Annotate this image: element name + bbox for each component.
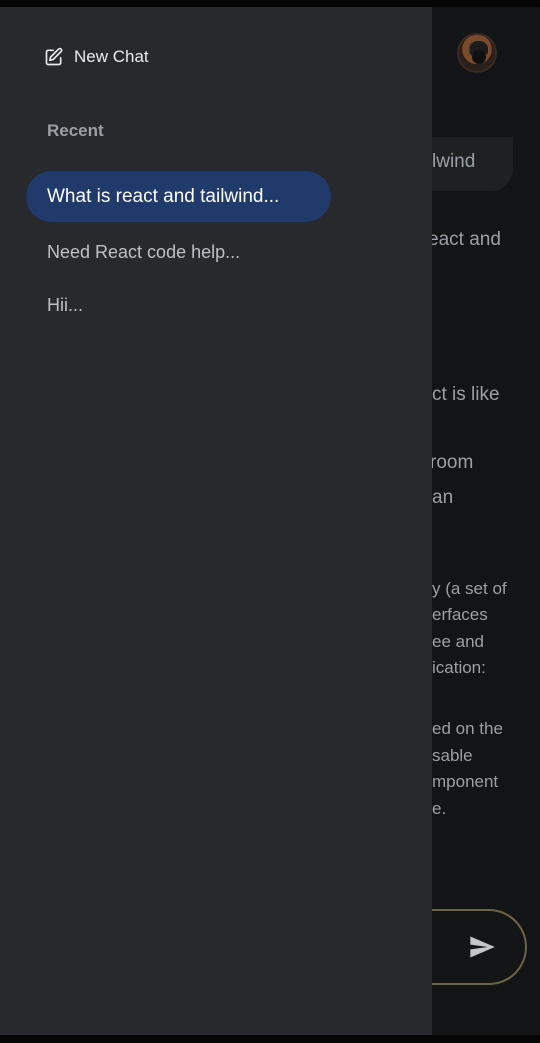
response-line: e. bbox=[432, 799, 447, 818]
response-line: mponent bbox=[432, 772, 499, 791]
response-line: room bbox=[430, 452, 474, 473]
response-line: ication: bbox=[432, 658, 486, 677]
response-line: ee and bbox=[432, 632, 484, 651]
recent-heading: Recent bbox=[47, 121, 104, 140]
response-line: an bbox=[432, 487, 454, 508]
avatar-face bbox=[472, 50, 486, 64]
send-icon[interactable] bbox=[468, 933, 496, 961]
edit-square-icon bbox=[45, 47, 63, 66]
history-item-active[interactable]: What is react and tailwind... bbox=[26, 171, 331, 222]
response-line: sable bbox=[432, 746, 473, 765]
response-line: eact and bbox=[428, 229, 501, 250]
navigation-bar bbox=[0, 1035, 540, 1043]
user-message-text: lwind bbox=[432, 151, 476, 172]
response-line: ed on the bbox=[432, 719, 503, 738]
new-chat-button[interactable]: New Chat bbox=[44, 45, 149, 69]
new-chat-label: New Chat bbox=[74, 47, 149, 66]
sidebar-drawer: New Chat Recent What is react and tailwi… bbox=[0, 7, 432, 1035]
history-item-label: Need React code help... bbox=[47, 242, 241, 262]
response-line: y (a set of bbox=[432, 579, 507, 598]
history-item-label: Hii... bbox=[47, 295, 83, 315]
status-bar bbox=[0, 0, 540, 7]
history-item[interactable]: Hii... bbox=[47, 295, 83, 316]
response-line: ct is like bbox=[432, 384, 500, 405]
response-line: erfaces bbox=[432, 605, 488, 624]
avatar[interactable] bbox=[457, 33, 497, 73]
history-item-label: What is react and tailwind... bbox=[47, 185, 280, 207]
history-item[interactable]: Need React code help... bbox=[47, 242, 240, 263]
